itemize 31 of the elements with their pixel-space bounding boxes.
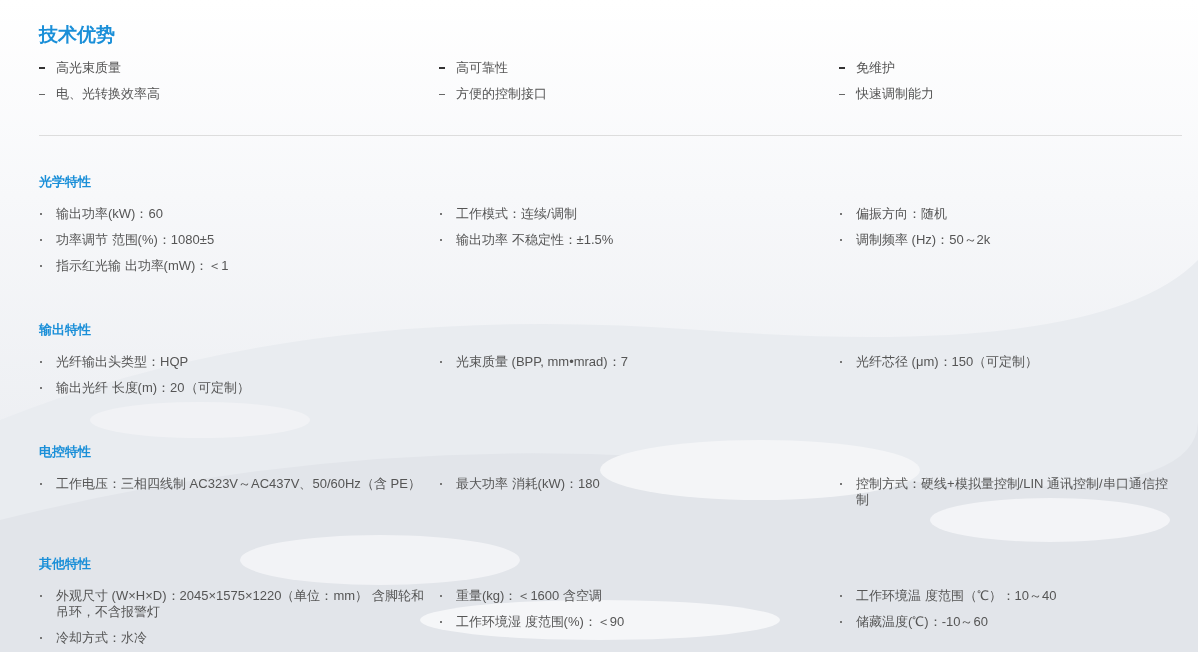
spec-text: 调制频率 (Hz)：50～2k — [856, 232, 992, 248]
spec-text: 储藏温度(℃)：-10～60 — [856, 614, 989, 630]
section-heading: 其他特性 — [39, 556, 92, 572]
spec-text: 外观尺寸 (W×H×D)：2045×1575×1220（单位：mm） 含脚轮和吊环，不含报警灯 — [56, 588, 425, 620]
feature-text: 高光束质量 — [56, 60, 122, 76]
feature-text: 方便的控制接口 — [456, 86, 548, 102]
spec-text: 工作环境湿 度范围(%)：＜90 — [456, 614, 626, 630]
spec-text: 控制方式：硬线+模拟量控制/LIN 通讯控制/串口通信控制 — [856, 476, 1169, 508]
spec-text: 光束质量 (BPP, mm•mrad)：7 — [456, 354, 629, 370]
spec-text: 最大功率 消耗(kW)：180 — [456, 476, 601, 492]
feature-text: 高可靠性 — [456, 60, 509, 76]
feature-text: 电、光转换效率高 — [56, 86, 161, 102]
spec-text: 指示红光输 出功率(mW)：＜1 — [56, 258, 230, 274]
feature-text: 快速调制能力 — [856, 86, 935, 102]
spec-text: 光纤输出头类型：HQP — [56, 354, 190, 370]
spec-text: 输出功率 不稳定性：±1.5% — [456, 232, 615, 248]
spec-text: 工作模式：连续/调制 — [456, 206, 578, 222]
section-heading: 输出特性 — [39, 322, 92, 338]
spec-text: 冷却方式：水冷 — [56, 630, 148, 646]
feature-text: 免维护 — [856, 60, 896, 76]
spec-text: 输出功率(kW)：60 — [56, 206, 164, 222]
spec-text: 输出光纤 长度(m)：20（可定制） — [56, 380, 251, 396]
spec-text: 重量(kg)：＜1600 含空调 — [456, 588, 603, 604]
section-heading: 电控特性 — [39, 444, 92, 460]
spec-text: 功率调节 范围(%)：1080±5 — [56, 232, 216, 248]
spec-text: 工作环境温 度范围（℃）：10～40 — [856, 588, 1058, 604]
section-title: 技术优势 — [39, 23, 116, 47]
spec-text: 工作电压：三相四线制 AC323V～AC437V、50/60Hz（含 PE） — [56, 476, 422, 492]
section-heading: 光学特性 — [39, 174, 92, 190]
spec-text: 偏振方向：随机 — [856, 206, 948, 222]
spec-text: 光纤芯径 (μm)：150（可定制） — [856, 354, 1040, 370]
